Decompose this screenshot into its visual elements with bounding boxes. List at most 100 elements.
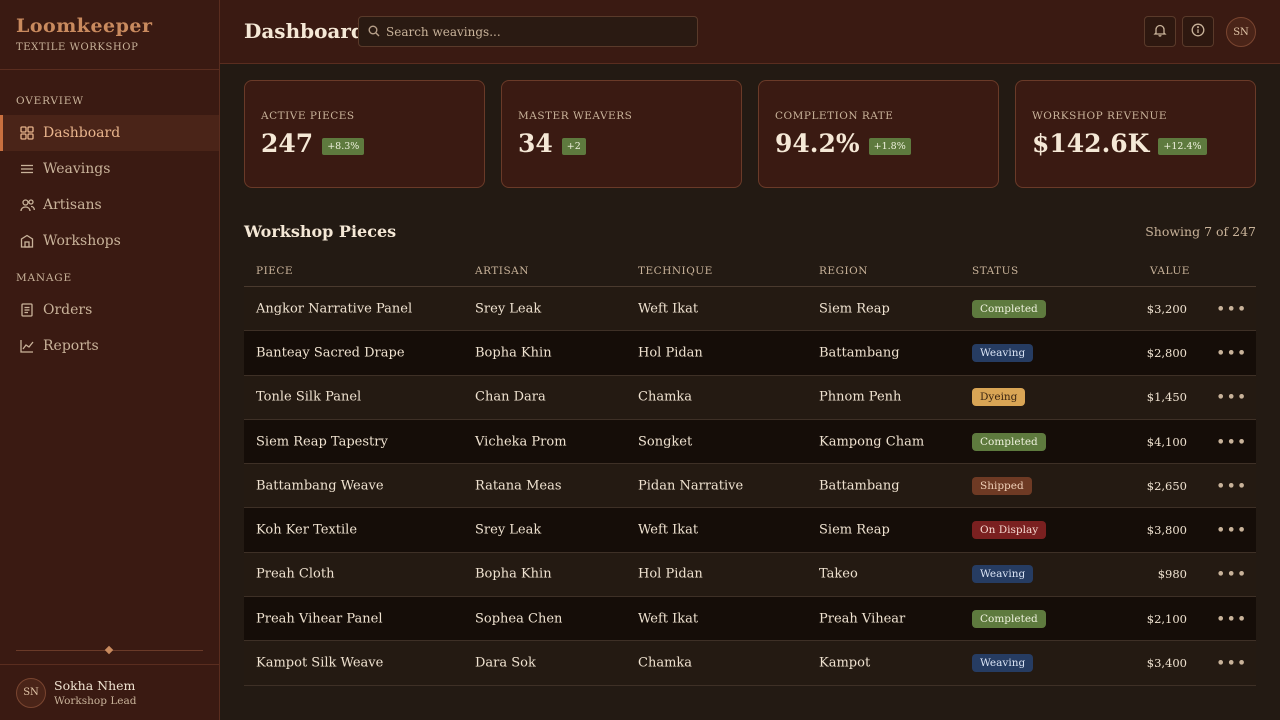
cell-region: Takeo [819, 566, 858, 582]
search-box[interactable] [358, 16, 698, 47]
cell-technique: Weft Ikat [638, 611, 699, 627]
more-options-icon[interactable]: ••• [1216, 432, 1247, 451]
sidebar-item-artisans[interactable]: Artisans [0, 187, 219, 223]
cell-technique: Chamka [638, 389, 693, 405]
notifications-button[interactable] [1144, 16, 1176, 47]
brand-subtitle: TEXTILE WORKSHOP [16, 42, 139, 53]
table-row[interactable]: Siem Reap Tapestry Vicheka Prom Songket Kam… [244, 419, 1256, 465]
search-icon [368, 22, 380, 41]
sidebar-item-reports[interactable]: Reports [0, 328, 219, 364]
column-header-artisan[interactable]: ARTISAN [475, 265, 529, 277]
more-options-icon[interactable]: ••• [1216, 565, 1247, 584]
section-title: Workshop Pieces [244, 222, 397, 241]
cell-value: $2,100 [1146, 611, 1187, 626]
cell-technique: Hol Pidan [638, 566, 703, 582]
cell-value: $980 [1157, 567, 1187, 582]
sidebar-item-workshops[interactable]: Workshops [0, 223, 219, 259]
table-row[interactable]: Kampot Silk Weave Dara Sok Chamka Kampot Wea… [244, 641, 1256, 686]
cell-artisan: Bopha Khin [475, 345, 552, 361]
table-row[interactable]: Angkor Narrative Panel Srey Leak Weft Ikat… [244, 287, 1256, 332]
cell-piece: Preah Cloth [256, 566, 335, 582]
more-options-icon[interactable]: ••• [1216, 343, 1247, 362]
user-role: Workshop Lead [54, 695, 137, 707]
column-header-technique[interactable]: TECHNIQUE [638, 265, 713, 277]
cell-piece: Koh Ker Textile [256, 522, 358, 538]
sidebar-item-label: Dashboard [43, 125, 121, 141]
header-avatar[interactable]: SN [1226, 17, 1256, 47]
cell-technique: Pidan Narrative [638, 478, 744, 494]
more-options-icon[interactable]: ••• [1216, 388, 1247, 407]
status-badge: Completed [972, 609, 1046, 628]
table-row[interactable]: Tonle Silk Panel Chan Dara Chamka Phnom Pen… [244, 375, 1256, 420]
cell-value: $3,400 [1146, 656, 1187, 671]
search-input[interactable] [386, 24, 686, 39]
stat-value: 94.2% [775, 129, 860, 158]
status-badge: Weaving [972, 654, 1034, 673]
avatar: SN [16, 677, 46, 708]
sidebar-item-label: Orders [43, 302, 93, 318]
nav-section-overview: OVERVIEW [16, 95, 84, 107]
nav-section-manage: MANAGE [16, 272, 72, 284]
table-row[interactable]: Banteay Sacred Drape Bopha Khin Hol Pidan B… [244, 331, 1256, 376]
cell-piece: Kampot Silk Weave [256, 655, 384, 671]
table-row[interactable]: Preah Vihear Panel Sophea Chen Weft Ikat Pr… [244, 597, 1256, 642]
column-header-value[interactable]: VALUE [1150, 265, 1190, 277]
cell-artisan: Ratana Meas [475, 478, 562, 494]
cell-region: Phnom Penh [819, 389, 902, 405]
cell-value: $4,100 [1146, 434, 1187, 449]
workshop-pieces-table: PIECE ARTISAN TECHNIQUE REGION STATUS VA… [244, 256, 1256, 686]
more-options-icon[interactable]: ••• [1216, 476, 1247, 495]
cell-region: Preah Vihear [819, 611, 906, 627]
users-icon [19, 197, 35, 213]
stat-value: 34 [518, 129, 553, 158]
table-row[interactable]: Koh Ker Textile Srey Leak Weft Ikat Siem Re… [244, 508, 1256, 553]
cell-region: Battambang [819, 345, 900, 361]
table-row[interactable]: Preah Cloth Bopha Khin Hol Pidan Takeo Weavi… [244, 552, 1256, 598]
status-badge: Weaving [972, 565, 1034, 584]
column-header-region[interactable]: REGION [819, 265, 868, 277]
cell-piece: Preah Vihear Panel [256, 611, 383, 627]
stat-delta-badge: +2 [561, 137, 586, 155]
sidebar: Loomkeeper TEXTILE WORKSHOP OVERVIEW Das… [0, 0, 220, 720]
cell-region: Kampot [819, 655, 871, 671]
status-badge: Completed [972, 432, 1046, 451]
sidebar-item-label: Artisans [43, 197, 102, 213]
stat-label: MASTER WEAVERS [518, 110, 633, 122]
grid-icon [19, 125, 35, 141]
sidebar-item-label: Workshops [43, 233, 121, 249]
info-button[interactable] [1182, 16, 1214, 47]
table-body: Angkor Narrative Panel Srey Leak Weft Ikat… [244, 287, 1256, 686]
column-header-piece[interactable]: PIECE [256, 265, 293, 277]
cell-technique: Songket [638, 434, 693, 450]
cell-piece: Siem Reap Tapestry [256, 434, 388, 450]
chart-line-icon [19, 338, 35, 354]
stat-label: WORKSHOP REVENUE [1032, 110, 1168, 122]
cell-value: $1,450 [1146, 390, 1187, 405]
stat-value: $142.6K [1032, 129, 1150, 158]
stat-delta-badge: +1.8% [868, 137, 911, 155]
user-profile[interactable]: SN Sokha Nhem Workshop Lead [0, 664, 219, 720]
page-title: Dashboard [244, 19, 365, 43]
cell-artisan: Vicheka Prom [475, 434, 567, 450]
user-name: Sokha Nhem [54, 678, 136, 693]
sidebar-item-orders[interactable]: Orders [0, 292, 219, 328]
cell-region: Kampong Cham [819, 434, 925, 450]
more-options-icon[interactable]: ••• [1216, 654, 1247, 673]
lines-icon [19, 161, 35, 177]
table-row[interactable]: Battambang Weave Ratana Meas Pidan Narrati… [244, 464, 1256, 509]
cell-artisan: Chan Dara [475, 389, 546, 405]
cell-region: Battambang [819, 478, 900, 494]
status-badge: Dyeing [972, 388, 1026, 407]
cell-piece: Banteay Sacred Drape [256, 345, 405, 361]
sidebar-item-dashboard[interactable]: Dashboard [0, 115, 219, 151]
column-header-status[interactable]: STATUS [972, 265, 1019, 277]
sidebar-item-weavings[interactable]: Weavings [0, 151, 219, 187]
cell-piece: Angkor Narrative Panel [256, 301, 413, 317]
brand-title: Loomkeeper [16, 15, 153, 37]
more-options-icon[interactable]: ••• [1216, 609, 1247, 628]
cell-technique: Weft Ikat [638, 301, 699, 317]
cell-artisan: Sophea Chen [475, 611, 563, 627]
more-options-icon[interactable]: ••• [1216, 521, 1247, 540]
more-options-icon[interactable]: ••• [1216, 299, 1247, 318]
sidebar-item-label: Weavings [43, 161, 111, 177]
